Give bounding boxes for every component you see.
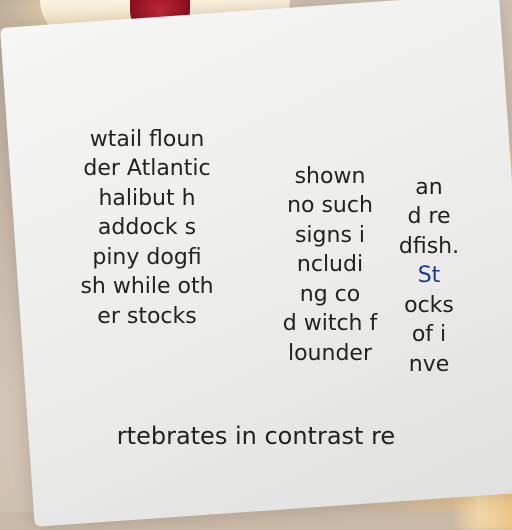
text-line: no such [287, 193, 373, 219]
text-line: ocks [404, 292, 454, 318]
text-column-2: shown no such signs i ncludi ng co d wit… [275, 162, 385, 368]
text-line: piny dogfi [92, 244, 202, 270]
text-line: ncludi [296, 252, 364, 278]
text-line: halibut h [98, 185, 196, 211]
text-column-1: wtail floun der Atlantic halibut h addoc… [62, 125, 232, 331]
text-line: nve [408, 351, 450, 377]
text-line: der Atlantic [83, 156, 211, 182]
text-line: signs i [294, 222, 366, 248]
text-line: er stocks [97, 303, 197, 329]
text-line: ng co [299, 281, 361, 307]
bottom-text-line: rtebrates in contrast re [116, 422, 396, 450]
text-line: lounder [287, 340, 372, 366]
text-line: d witch f [282, 311, 378, 337]
text-line: an [415, 175, 443, 200]
text-line: shown [294, 164, 366, 189]
text-line: addock s [97, 215, 197, 241]
text-line: wtail floun [89, 127, 205, 152]
text-line: of i [411, 322, 447, 348]
text-line: d re [407, 204, 451, 230]
text-line: dfish. [398, 233, 460, 259]
text-column-3: an d re dfish. St ocks of i nve [398, 173, 460, 379]
text-line: sh while oth [80, 274, 214, 300]
text-line: St [417, 263, 441, 289]
